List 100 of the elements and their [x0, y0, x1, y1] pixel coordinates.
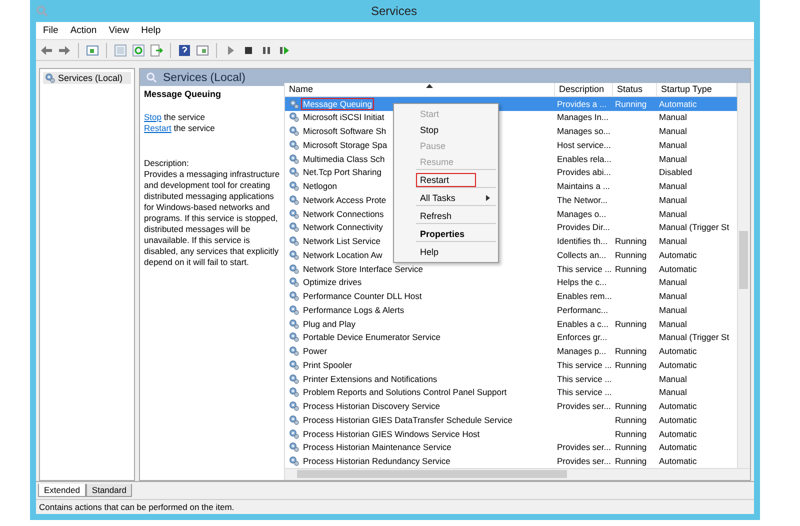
status-cell-text: Running: [614, 442, 648, 452]
service-name: Microsoft iSCSI Initiat: [302, 111, 386, 124]
description-cell-text: Provides Dir...: [556, 222, 611, 232]
service-icon: [289, 181, 299, 192]
service-icon: [289, 428, 299, 439]
service-name: Network Connections: [302, 208, 385, 220]
service-title: Message Queuing: [144, 89, 222, 100]
description-cell-text: Enables rem...: [556, 291, 613, 302]
app-icon: [36, 5, 48, 17]
menu-item[interactable]: Help: [136, 24, 166, 37]
service-icon: [289, 250, 299, 260]
status-cell-text: Running: [614, 346, 648, 356]
context-menu-item[interactable]: Help: [416, 244, 496, 260]
service-name: Optimize drives: [302, 276, 363, 288]
service-name: Performance Logs & Alerts: [302, 304, 406, 316]
startup-type-cell-text: Manual (Trigger St: [658, 222, 730, 232]
window-icon[interactable]: [113, 42, 128, 58]
service-icon: [289, 194, 299, 205]
service-icon: [289, 442, 299, 452]
description-cell-text: Identifies th...: [556, 236, 609, 246]
service-icon: [289, 126, 299, 136]
column-header[interactable]: Description: [555, 83, 613, 96]
startup-type-cell-text: Manual: [658, 291, 688, 302]
service-name: Multimedia Class Sch: [302, 152, 386, 165]
service-name: Network Connectivity: [302, 221, 384, 234]
search-icon: [146, 72, 157, 83]
service-name: Process Historian GIES Windows Service Host: [302, 428, 481, 440]
action-link[interactable]: Restart: [144, 123, 172, 133]
show-tree-icon[interactable]: [85, 42, 100, 58]
status-bar: Contains actions that can be performed on the item.: [36, 499, 754, 514]
startup-type-cell-text: Manual: [658, 318, 688, 329]
service-icon: [289, 332, 299, 342]
service-icon: [289, 456, 299, 466]
startup-type-cell-text: Automatic: [658, 401, 698, 412]
window-title: Services: [370, 4, 418, 18]
description-text: Provides a messaging infrastructure and development tool for creating distributed messaging applications for Windows-based networks and programs. If this service is stopped, distributed messages will be unavailable. If this service is disabled, any services that explicitly depend on it will fail to start.: [144, 169, 280, 268]
gear-icon: [45, 73, 55, 83]
description-cell-text: Provides abi...: [556, 167, 612, 178]
service-name: Net.Tcp Port Sharing: [302, 166, 382, 178]
context-menu-item[interactable]: All Tasks: [416, 190, 496, 206]
description-cell-text: Manages o...: [556, 208, 608, 219]
service-name: Microsoft Storage Spa: [302, 138, 388, 151]
service-name: Printer Extensions and Notifications: [302, 372, 438, 385]
startup-type-cell-text: Manual (Trigger St: [658, 332, 730, 342]
context-menu-item[interactable]: Refresh: [416, 208, 496, 224]
startup-type-cell-text: Automatic: [658, 346, 698, 356]
service-icon: [289, 140, 299, 150]
description-cell-text: Manages so...: [556, 126, 612, 136]
startup-type-cell-text: Manual: [658, 277, 688, 288]
menu-item[interactable]: Action: [65, 24, 102, 37]
horizontal-scrollbar[interactable]: [285, 468, 750, 480]
service-icon: [289, 98, 299, 109]
menu-item[interactable]: File: [38, 24, 64, 37]
menu-item[interactable]: View: [104, 24, 134, 37]
service-icon: [289, 264, 299, 274]
description-cell-text: Manages p...: [556, 346, 608, 356]
description-cell-text: Maintains a ...: [556, 181, 611, 192]
vertical-scrollbar[interactable]: [737, 83, 750, 468]
startup-type-cell-text: Manual: [658, 112, 688, 122]
description-cell-text: Enforces gr...: [556, 332, 608, 342]
service-icon: [289, 304, 299, 315]
service-icon: [289, 374, 299, 384]
panel-title: Services (Local): [163, 72, 246, 84]
status-cell-text: Running: [614, 264, 648, 274]
status-cell-text: Running: [614, 250, 648, 260]
column-header[interactable]: Status: [613, 83, 657, 96]
context-menu-item[interactable]: Properties: [416, 226, 496, 242]
service-name: Process Historian Maintenance Service: [302, 441, 452, 454]
service-name: Network Access Prote: [302, 194, 388, 206]
status-cell-text: Running: [614, 401, 648, 412]
context-menu-item[interactable]: Stop: [416, 122, 496, 138]
help-icon[interactable]: [177, 42, 192, 58]
status-cell-text: Running: [614, 456, 648, 466]
description-cell-text: Collects an...: [556, 250, 608, 260]
view-tab[interactable]: Standard: [86, 484, 132, 497]
service-icon: [289, 112, 299, 122]
description-cell-text: This service ...: [556, 360, 613, 370]
service-name: Netlogon: [302, 180, 338, 192]
service-name: Network List Service: [302, 235, 382, 248]
status-cell-text: Running: [614, 236, 648, 246]
startup-type-cell-text: Automatic: [658, 428, 698, 439]
refresh-icon[interactable]: [131, 42, 146, 58]
service-icon: [289, 208, 299, 219]
startup-type-cell-text: Manual: [658, 126, 688, 136]
startup-type-cell-text: Manual: [658, 387, 688, 398]
service-icon: [289, 291, 299, 302]
status-cell-text: Running: [614, 414, 648, 425]
export-icon[interactable]: [149, 42, 164, 58]
action-line: Stop the service: [144, 112, 206, 123]
tree-item[interactable]: Services (Local): [43, 72, 131, 84]
action-link[interactable]: Stop: [144, 112, 162, 122]
service-icon: [289, 222, 299, 232]
window-icon[interactable]: [195, 42, 210, 58]
description-cell-text: Enables a c...: [556, 318, 610, 329]
service-name: Microsoft Software Sh: [302, 125, 388, 138]
description-label: Description:: [144, 158, 190, 169]
description-cell-text: This service ...: [556, 387, 613, 398]
view-tab[interactable]: Extended: [38, 484, 86, 497]
description-cell-text: Host service...: [556, 140, 612, 150]
startup-type-cell-text: Automatic: [658, 456, 698, 466]
